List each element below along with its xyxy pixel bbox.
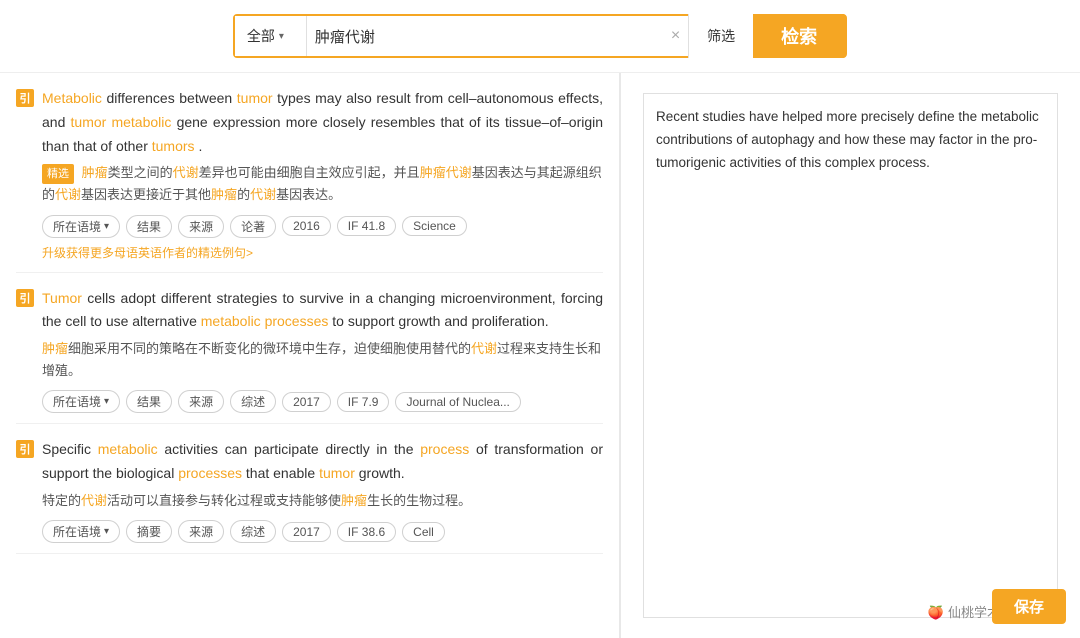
result-tags: 所在语境 ▾ 结果 来源 论著 2016 IF 41.8 Science (42, 215, 603, 238)
upgrade-link[interactable]: 升级获得更多母语英语作者的精选例句> (42, 244, 253, 261)
highlight-word: 肿瘤 (42, 341, 68, 356)
tag-source[interactable]: 来源 (178, 390, 224, 413)
highlight-word: 代谢 (173, 165, 199, 180)
tag-paper-type[interactable]: 综述 (230, 520, 276, 543)
text-segment: Specific (42, 441, 98, 457)
chinese-badge: 精选 (42, 164, 74, 185)
tag-year[interactable]: 2017 (282, 392, 331, 412)
tag-context[interactable]: 所在语境 ▾ (42, 390, 120, 413)
tag-result[interactable]: 结果 (126, 390, 172, 413)
result-english: Tumor cells adopt different strategies t… (42, 287, 603, 335)
clear-icon[interactable]: × (663, 27, 688, 45)
save-button[interactable]: 保存 (992, 589, 1066, 624)
text-segment: that enable (246, 465, 319, 481)
text-segment: differences between (106, 90, 236, 106)
result-english: Specific metabolic activities can partic… (42, 438, 603, 486)
tag-source[interactable]: 来源 (178, 215, 224, 238)
tag-result[interactable]: 摘要 (126, 520, 172, 543)
tag-if[interactable]: IF 41.8 (337, 216, 396, 236)
text-segment: growth. (359, 465, 405, 481)
search-dropdown[interactable]: 全部 ▾ (235, 16, 307, 56)
result-icon: 引 (16, 89, 34, 107)
result-icon: 引 (16, 289, 34, 307)
search-input-wrapper (307, 16, 663, 56)
result-tags: 所在语境 ▾ 结果 来源 综述 2017 IF 7.9 Journal of N… (42, 390, 603, 413)
chevron-down-icon: ▾ (104, 526, 109, 537)
text-segment: to support growth and proliferation. (332, 313, 548, 329)
highlight-word: metabolic (98, 441, 158, 457)
highlight-word: metabolic processes (201, 313, 329, 329)
highlight-word: tumor metabolic (71, 114, 172, 130)
highlight-word: tumor (237, 90, 273, 106)
text-segment: activities can participate directly in t… (164, 441, 420, 457)
result-item: 引 Metabolic differences between tumor ty… (16, 73, 603, 273)
result-chinese: 肿瘤细胞采用不同的策略在不断变化的微环境中生存，迫使细胞使用替代的代谢过程来支持… (42, 338, 603, 382)
highlight-word: tumor (319, 465, 355, 481)
tag-if[interactable]: IF 38.6 (337, 522, 396, 542)
text-segment: . (198, 138, 202, 154)
dropdown-label: 全部 (247, 26, 275, 46)
highlight-word: 代谢 (55, 187, 81, 202)
result-english: Metabolic differences between tumor type… (42, 87, 603, 158)
tag-context[interactable]: 所在语境 ▾ (42, 520, 120, 543)
highlight-word: 代谢 (471, 341, 497, 356)
tag-source[interactable]: 来源 (178, 520, 224, 543)
highlight-word: process (420, 441, 469, 457)
highlight-word: 肿瘤代谢 (420, 165, 472, 180)
highlight-word: tumors (152, 138, 195, 154)
highlight-word: Metabolic (42, 90, 102, 106)
highlight-word: 肿瘤 (341, 493, 367, 508)
chevron-down-icon: ▾ (104, 221, 109, 232)
search-bar: 全部 ▾ × 筛选 检索 (0, 0, 1080, 73)
result-chinese: 精选 肿瘤类型之间的代谢差异也可能由细胞自主效应引起，并且肿瘤代谢基因表达与其起… (42, 162, 603, 206)
result-content: Metabolic differences between tumor type… (42, 87, 603, 262)
search-button[interactable]: 检索 (753, 14, 845, 58)
chevron-down-icon: ▾ (104, 396, 109, 407)
tag-year[interactable]: 2017 (282, 522, 331, 542)
tag-year[interactable]: 2016 (282, 216, 331, 236)
highlight-word: 代谢 (250, 187, 276, 202)
result-icon: 引 (16, 440, 34, 458)
search-container: 全部 ▾ × 筛选 检索 (233, 14, 847, 58)
result-item: 引 Tumor cells adopt different strategies… (16, 273, 603, 425)
tag-result[interactable]: 结果 (126, 215, 172, 238)
chevron-down-icon: ▾ (279, 31, 284, 42)
tag-journal[interactable]: Journal of Nuclea... (395, 392, 520, 412)
result-item: 引 Specific metabolic activities can part… (16, 424, 603, 554)
highlight-word: processes (178, 465, 242, 481)
tag-paper-type[interactable]: 论著 (230, 215, 276, 238)
tag-journal[interactable]: Science (402, 216, 467, 236)
highlight-word: 肿瘤 (82, 165, 108, 180)
tag-context[interactable]: 所在语境 ▾ (42, 215, 120, 238)
result-chinese: 特定的代谢活动可以直接参与转化过程或支持能够使肿瘤生长的生物过程。 (42, 490, 603, 512)
result-content: Specific metabolic activities can partic… (42, 438, 603, 543)
highlight-word: 代谢 (81, 493, 107, 508)
search-input[interactable] (315, 16, 655, 56)
highlight-word: Tumor (42, 290, 82, 306)
tag-if[interactable]: IF 7.9 (337, 392, 390, 412)
main-layout: 引 Metabolic differences between tumor ty… (0, 73, 1080, 638)
tag-paper-type[interactable]: 综述 (230, 390, 276, 413)
highlight-word: 肿瘤 (211, 187, 237, 202)
results-panel: 引 Metabolic differences between tumor ty… (0, 73, 620, 638)
filter-button[interactable]: 筛选 (688, 14, 753, 58)
preview-textarea[interactable]: Recent studies have helped more precisel… (643, 93, 1058, 618)
tag-journal[interactable]: Cell (402, 522, 445, 542)
result-tags: 所在语境 ▾ 摘要 来源 综述 2017 IF 38.6 Cell (42, 520, 603, 543)
preview-panel: Recent studies have helped more precisel… (620, 73, 1080, 638)
result-content: Tumor cells adopt different strategies t… (42, 287, 603, 414)
